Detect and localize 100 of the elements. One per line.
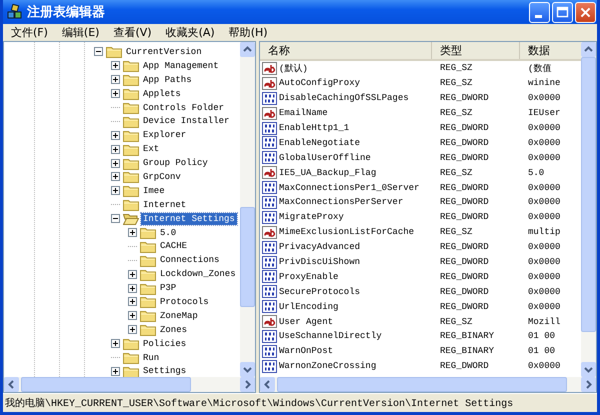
expand-icon[interactable] bbox=[111, 89, 120, 98]
value-name[interactable]: (默认) bbox=[279, 62, 308, 75]
expand-icon[interactable] bbox=[111, 339, 120, 348]
expand-icon[interactable] bbox=[128, 311, 137, 320]
value-data: 0x0000 bbox=[528, 138, 560, 148]
value-name[interactable]: UrlEncoding bbox=[279, 302, 338, 312]
menu-item[interactable]: 查看(V) bbox=[108, 25, 157, 40]
value-name[interactable]: MimeExclusionListForCache bbox=[279, 227, 414, 238]
folder-icon bbox=[123, 73, 139, 86]
tree-item[interactable]: 5.0 bbox=[158, 226, 178, 239]
binary-value-icon bbox=[262, 240, 277, 254]
expand-icon[interactable] bbox=[128, 325, 137, 334]
value-name[interactable]: EnableNegotiate bbox=[279, 138, 360, 148]
maximize-button[interactable] bbox=[552, 2, 573, 22]
expand-icon[interactable] bbox=[128, 284, 137, 293]
collapse-icon[interactable] bbox=[111, 214, 120, 224]
column-header[interactable]: 类型 bbox=[432, 42, 520, 59]
value-type: REG_SZ bbox=[440, 227, 472, 238]
horizontal-scrollbar[interactable] bbox=[4, 377, 255, 392]
tree-item[interactable]: Group Policy bbox=[141, 157, 210, 170]
tree-item[interactable]: Imee bbox=[141, 184, 167, 197]
column-header[interactable]: 名称 bbox=[260, 42, 432, 59]
expand-icon[interactable] bbox=[111, 158, 120, 168]
expand-icon[interactable] bbox=[111, 75, 120, 84]
value-name[interactable]: MaxConnectionsPer1_0Server bbox=[279, 182, 420, 193]
tree-item[interactable]: Ext bbox=[141, 143, 162, 156]
expand-icon[interactable] bbox=[111, 366, 120, 376]
value-name[interactable]: UseSchannelDirectly bbox=[279, 331, 382, 342]
tree-item[interactable]: App Management bbox=[141, 60, 221, 72]
tree-item[interactable]: Controls Folder bbox=[141, 102, 226, 114]
tree-item[interactable]: CurrentVersion bbox=[124, 46, 204, 58]
value-name[interactable]: EmailName bbox=[279, 108, 328, 118]
value-data: 01 00 bbox=[528, 331, 556, 342]
column-header[interactable]: 数据 bbox=[520, 42, 581, 59]
menu-item[interactable]: 收藏夹(A) bbox=[160, 25, 220, 40]
expand-icon[interactable] bbox=[128, 297, 137, 306]
tree-item[interactable]: Protocols bbox=[158, 296, 211, 308]
tree-item[interactable]: Lockdown_Zones bbox=[158, 268, 238, 280]
tree-item[interactable]: Zones bbox=[158, 324, 190, 336]
tree-item[interactable]: Policies bbox=[141, 338, 188, 350]
window-title: 注册表编辑器 bbox=[27, 4, 106, 21]
tree-item[interactable]: P3P bbox=[158, 282, 178, 294]
binary-value-icon bbox=[262, 151, 277, 164]
value-data: 0x0000 bbox=[528, 123, 560, 133]
value-name[interactable]: PrivDiscUiShown bbox=[279, 257, 360, 268]
expand-icon[interactable] bbox=[111, 144, 120, 154]
value-name[interactable]: IE5_UA_Backup_Flag bbox=[279, 168, 376, 178]
expand-icon[interactable] bbox=[111, 186, 120, 196]
folder-icon bbox=[123, 351, 139, 364]
expand-icon[interactable] bbox=[128, 228, 137, 238]
value-data: 0x0000 bbox=[528, 242, 560, 252]
string-value-icon bbox=[262, 226, 277, 239]
tree-item[interactable]: Device Installer bbox=[141, 115, 232, 128]
binary-value-icon bbox=[262, 285, 277, 298]
value-type: REG_DWORD bbox=[440, 123, 489, 133]
close-button[interactable] bbox=[575, 2, 596, 22]
value-name[interactable]: WarnonZoneCrossing bbox=[279, 361, 376, 372]
value-name[interactable]: GlobalUserOffline bbox=[279, 152, 371, 163]
expand-icon[interactable] bbox=[111, 172, 120, 182]
value-type: REG_DWORD bbox=[440, 182, 489, 193]
value-name[interactable]: User Agent bbox=[279, 316, 334, 327]
menu-item[interactable]: 帮助(H) bbox=[224, 25, 273, 40]
folder-icon bbox=[123, 128, 139, 142]
value-name[interactable]: PrivacyAdvanced bbox=[279, 242, 360, 252]
tree-item[interactable]: Internet bbox=[141, 198, 188, 211]
vertical-scrollbar[interactable] bbox=[581, 42, 596, 377]
horizontal-scrollbar[interactable] bbox=[260, 377, 596, 392]
binary-value-icon bbox=[262, 122, 277, 134]
vertical-scrollbar[interactable] bbox=[240, 42, 255, 377]
expand-icon[interactable] bbox=[111, 61, 120, 70]
collapse-icon[interactable] bbox=[94, 47, 103, 56]
expand-icon[interactable] bbox=[128, 270, 137, 279]
tree-item[interactable]: Explorer bbox=[141, 129, 188, 142]
string-value-icon bbox=[262, 106, 277, 120]
tree-item[interactable]: App Paths bbox=[141, 74, 194, 86]
value-data: 0x0000 bbox=[528, 286, 560, 297]
tree-item[interactable]: Run bbox=[141, 352, 162, 364]
menu-item[interactable]: 编辑(E) bbox=[56, 25, 104, 40]
value-name[interactable]: DisableCachingOfSSLPages bbox=[279, 93, 409, 104]
tree-item[interactable]: Internet Settings bbox=[141, 212, 237, 225]
value-type: REG_DWORD bbox=[440, 138, 489, 148]
value-name[interactable]: WarnOnPost bbox=[279, 346, 334, 356]
tree-item[interactable]: ZoneMap bbox=[158, 310, 200, 322]
expand-icon[interactable] bbox=[111, 130, 120, 140]
tree-item[interactable]: CACHE bbox=[158, 240, 190, 252]
value-name[interactable]: AutoConfigProxy bbox=[279, 78, 360, 88]
value-name[interactable]: MigrateProxy bbox=[279, 212, 344, 222]
folder-icon bbox=[123, 101, 139, 114]
value-name[interactable]: ProxyEnable bbox=[279, 272, 338, 282]
value-type: REG_DWORD bbox=[440, 302, 489, 312]
value-name[interactable]: SecureProtocols bbox=[279, 286, 360, 297]
menu-item[interactable]: 文件(F) bbox=[6, 25, 53, 40]
value-name[interactable]: MaxConnectionsPerServer bbox=[279, 197, 404, 208]
tree-item[interactable]: Connections bbox=[158, 254, 222, 266]
tree-item[interactable]: GrpConv bbox=[141, 170, 183, 183]
minimize-button[interactable] bbox=[529, 2, 550, 22]
tree-item[interactable]: Settings bbox=[141, 365, 188, 377]
value-type: REG_DWORD bbox=[440, 286, 489, 297]
tree-item[interactable]: Applets bbox=[141, 88, 183, 100]
value-name[interactable]: EnableHttp1_1 bbox=[279, 123, 350, 133]
